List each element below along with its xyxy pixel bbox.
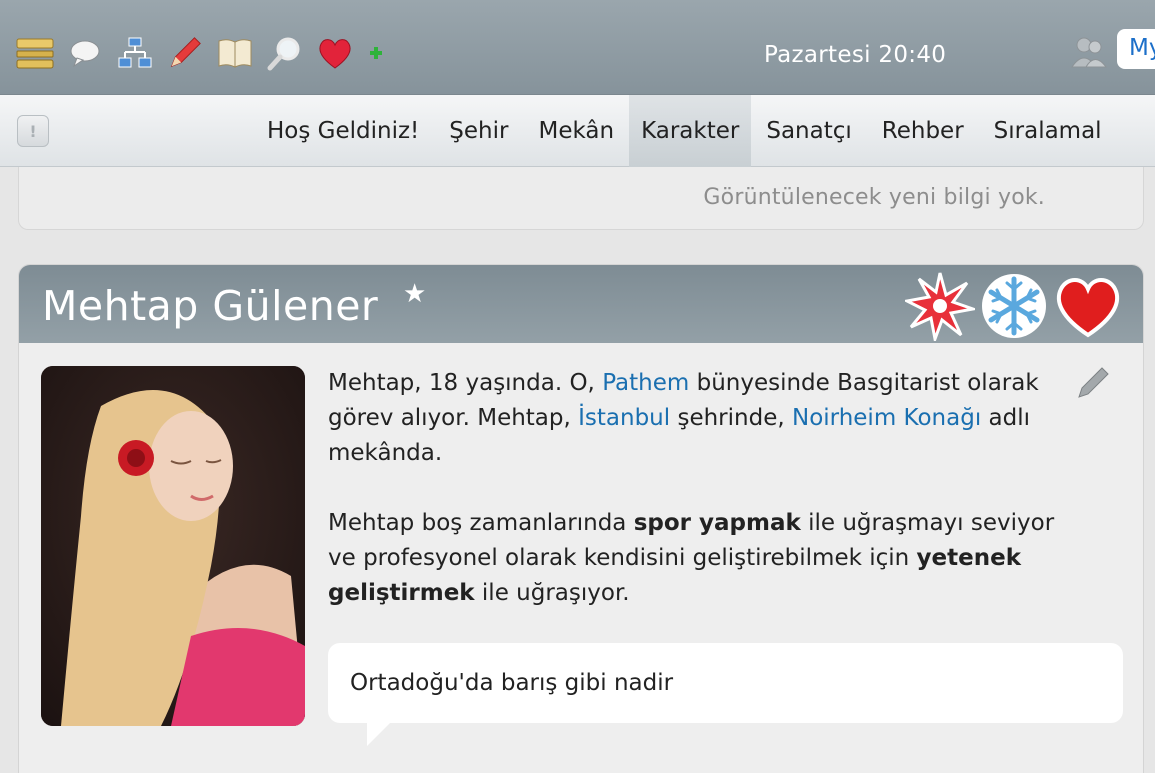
star-icon: ★ bbox=[403, 279, 427, 309]
status-quote: Ortadoğu'da barış gibi nadir bbox=[328, 643, 1123, 723]
bio-paragraph-1: Mehtap, 18 yaşında. O, Pathem bünyesinde… bbox=[328, 366, 1088, 471]
pencil-icon[interactable] bbox=[166, 33, 204, 73]
venue-link[interactable]: Noirheim Konağı bbox=[792, 405, 981, 431]
bio-paragraph-2: Mehtap boş zamanlarında spor yapmak ile … bbox=[328, 506, 1088, 611]
top-toolbar: Pazartesi 20:40 My bbox=[0, 0, 1155, 95]
tab-guide[interactable]: Rehber bbox=[867, 95, 979, 167]
bio-text: ile uğraşıyor. bbox=[474, 580, 630, 606]
bio-text: Mehtap boş zamanlarında bbox=[328, 510, 634, 536]
tab-welcome[interactable]: Hoş Geldiniz! bbox=[252, 95, 434, 167]
hierarchy-icon[interactable] bbox=[116, 33, 154, 73]
band-link[interactable]: Pathem bbox=[602, 370, 689, 396]
profile-photo bbox=[41, 366, 305, 726]
my-account-button[interactable]: My bbox=[1117, 29, 1155, 69]
clock-display: Pazartesi 20:40 bbox=[764, 42, 947, 68]
profile-header: Mehtap Gülener ★ bbox=[19, 265, 1143, 345]
plus-icon[interactable] bbox=[366, 33, 386, 73]
profile-bio: Mehtap, 18 yaşında. O, Pathem bünyesinde… bbox=[328, 366, 1088, 611]
snowflake-badge-icon[interactable] bbox=[979, 271, 1049, 341]
news-empty-message: Görüntülenecek yeni bilgi yok. bbox=[703, 185, 1045, 210]
magnifier-icon[interactable] bbox=[266, 33, 304, 73]
hobby-text: spor yapmak bbox=[633, 510, 801, 536]
tab-city[interactable]: Şehir bbox=[434, 95, 523, 167]
heart-icon[interactable] bbox=[316, 33, 354, 73]
heart-badge-icon[interactable] bbox=[1053, 271, 1123, 341]
tab-artist[interactable]: Sanatçı bbox=[751, 95, 866, 167]
tab-rankings[interactable]: Sıralamal bbox=[979, 95, 1117, 167]
city-link[interactable]: İstanbul bbox=[578, 405, 670, 431]
badge-list bbox=[901, 271, 1123, 345]
bio-text: Mehtap, 18 yaşında. O, bbox=[328, 370, 603, 396]
profile-name: Mehtap Gülener bbox=[42, 282, 379, 330]
friends-icon[interactable] bbox=[1070, 34, 1108, 70]
main-navigation: ! Hoş Geldiniz! Şehir Mekân Karakter San… bbox=[0, 95, 1155, 167]
tab-venue[interactable]: Mekân bbox=[523, 95, 629, 167]
tab-character[interactable]: Karakter bbox=[629, 95, 752, 167]
speech-bubble-icon[interactable] bbox=[66, 33, 104, 73]
list-icon[interactable] bbox=[16, 33, 54, 73]
profile-card: Mehtap Gülener ★ Mehtap, 18 yaşında. O, … bbox=[18, 264, 1144, 773]
nav-tabs: Hoş Geldiniz! Şehir Mekân Karakter Sanat… bbox=[252, 95, 1117, 167]
toolbar-icons bbox=[16, 32, 398, 74]
book-icon[interactable] bbox=[216, 33, 254, 73]
red-star-badge-icon[interactable] bbox=[902, 271, 979, 345]
quote-tail bbox=[367, 722, 391, 746]
news-box: Görüntülenecek yeni bilgi yok. bbox=[18, 167, 1144, 230]
bio-text: şehrinde, bbox=[670, 405, 792, 431]
notification-icon[interactable]: ! bbox=[17, 115, 49, 147]
